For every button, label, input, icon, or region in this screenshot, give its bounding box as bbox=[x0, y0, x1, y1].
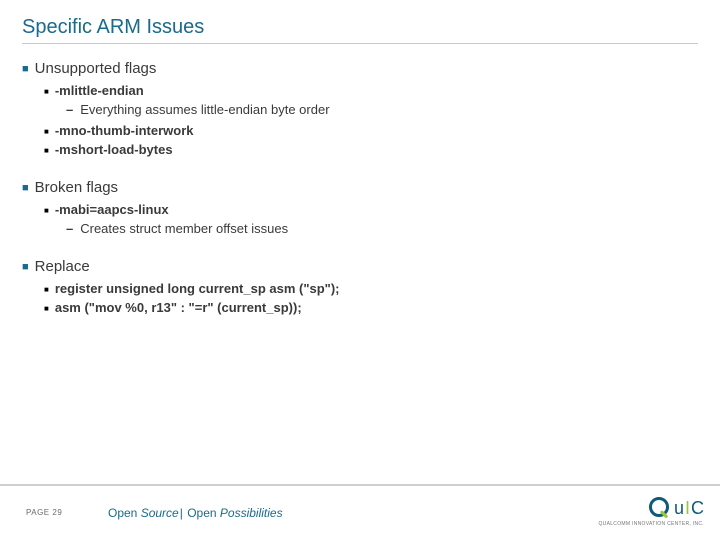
bullet-icon: ■ bbox=[22, 63, 29, 75]
subitem-text: Everything assumes little-endian byte or… bbox=[80, 102, 329, 117]
list-subitem: – Everything assumes little-endian byte … bbox=[66, 102, 698, 117]
logo-i: I bbox=[685, 498, 690, 519]
heading-text: Unsupported flags bbox=[35, 60, 157, 77]
bullet-icon: ■ bbox=[44, 206, 49, 215]
list-item: ■ -mshort-load-bytes bbox=[44, 142, 698, 157]
item-label: -mlittle-endian bbox=[55, 83, 144, 98]
bullet-icon: ■ bbox=[44, 285, 49, 294]
heading-text: Replace bbox=[35, 258, 90, 275]
item-label: register unsigned long current_sp asm ("… bbox=[55, 281, 340, 296]
page-num: 29 bbox=[52, 508, 62, 517]
tagline-part: Possibilities bbox=[220, 506, 283, 520]
dash-icon: – bbox=[66, 102, 73, 117]
tagline-part: Open bbox=[184, 506, 220, 520]
bullet-icon: ■ bbox=[22, 182, 29, 194]
list-subitem: – Creates struct member offset issues bbox=[66, 221, 698, 236]
bullet-icon: ■ bbox=[44, 146, 49, 155]
logo-mark: uIC bbox=[648, 496, 704, 520]
list-item: ■ register unsigned long current_sp asm … bbox=[44, 281, 698, 296]
tagline-part: Open bbox=[108, 506, 141, 520]
section-replace: ■ Replace ■ register unsigned long curre… bbox=[22, 258, 698, 315]
item-label: asm ("mov %0, r13" : "=r" (current_sp)); bbox=[55, 300, 302, 315]
logo-c: C bbox=[691, 498, 704, 519]
list-item: ■ -mlittle-endian bbox=[44, 83, 698, 98]
bullet-icon: ■ bbox=[22, 261, 29, 273]
logo-u: u bbox=[674, 498, 684, 519]
section-heading: ■ Broken flags bbox=[22, 179, 698, 196]
tagline: Open Source| Open Possibilities bbox=[108, 506, 283, 520]
item-label: -mabi=aapcs-linux bbox=[55, 202, 169, 217]
section-unsupported: ■ Unsupported flags ■ -mlittle-endian – … bbox=[22, 60, 698, 157]
page-label: PAGE bbox=[26, 508, 50, 517]
page-number: PAGE 29 bbox=[26, 508, 62, 517]
section-heading: ■ Unsupported flags bbox=[22, 60, 698, 77]
section-heading: ■ Replace bbox=[22, 258, 698, 275]
bullet-icon: ■ bbox=[44, 127, 49, 136]
logo: uIC QUALCOMM INNOVATION CENTER, INC. bbox=[598, 496, 704, 527]
slide-title: Specific ARM Issues bbox=[22, 16, 698, 44]
bullet-icon: ■ bbox=[44, 304, 49, 313]
slide: Specific ARM Issues ■ Unsupported flags … bbox=[0, 0, 720, 540]
logo-subtitle: QUALCOMM INNOVATION CENTER, INC. bbox=[598, 521, 704, 527]
item-label: -mno-thumb-interwork bbox=[55, 123, 194, 138]
list-item: ■ -mabi=aapcs-linux bbox=[44, 202, 698, 217]
q-icon bbox=[648, 496, 672, 520]
list-item: ■ -mno-thumb-interwork bbox=[44, 123, 698, 138]
item-label: -mshort-load-bytes bbox=[55, 142, 173, 157]
pipe-icon: | bbox=[180, 506, 183, 520]
section-broken: ■ Broken flags ■ -mabi=aapcs-linux – Cre… bbox=[22, 179, 698, 236]
bullet-icon: ■ bbox=[44, 87, 49, 96]
footer: PAGE 29 Open Source| Open Possibilities … bbox=[0, 484, 720, 540]
dash-icon: – bbox=[66, 221, 73, 236]
list-item: ■ asm ("mov %0, r13" : "=r" (current_sp)… bbox=[44, 300, 698, 315]
heading-text: Broken flags bbox=[35, 179, 118, 196]
tagline-part: Source bbox=[141, 506, 179, 520]
subitem-text: Creates struct member offset issues bbox=[80, 221, 288, 236]
logo-text: uIC bbox=[674, 498, 704, 519]
